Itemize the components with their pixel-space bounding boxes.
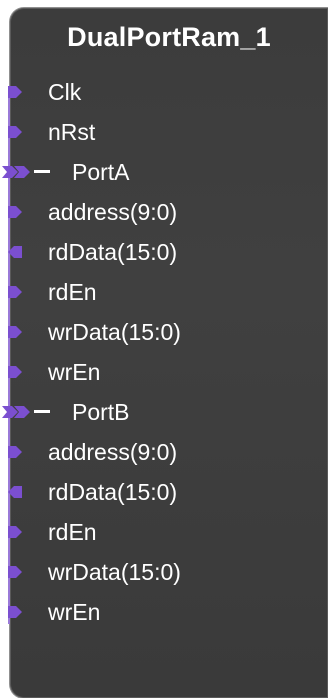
port-label: address(9:0) [48, 439, 178, 465]
port-portb-address[interactable]: address(9:0) [0, 432, 328, 472]
port-portb[interactable]: PortB [0, 392, 328, 432]
port-portb-rddata[interactable]: rdData(15:0) [0, 472, 328, 512]
port-porta[interactable]: PortA [0, 152, 328, 192]
port-nrst[interactable]: nRst [0, 112, 328, 152]
port-portb-rden[interactable]: rdEn [0, 512, 328, 552]
port-label: Clk [48, 79, 82, 105]
port-porta-wrdata[interactable]: wrData(15:0) [0, 312, 328, 352]
bus-port-icon [2, 166, 30, 178]
input-port-icon [8, 566, 22, 578]
port-clk[interactable]: Clk [0, 72, 328, 112]
port-label: nRst [48, 119, 96, 145]
port-porta-address[interactable]: address(9:0) [0, 192, 328, 232]
port-label: wrData(15:0) [48, 319, 181, 345]
input-port-icon [8, 86, 22, 98]
input-port-icon [8, 606, 22, 618]
output-port-icon [8, 486, 22, 498]
port-label: rdData(15:0) [48, 239, 178, 265]
input-port-icon [8, 286, 22, 298]
port-label: rdEn [48, 279, 97, 305]
input-port-icon [8, 206, 22, 218]
port-label: wrEn [48, 599, 101, 625]
block-title: DualPortRam_1 [67, 22, 271, 52]
port-label: PortA [72, 159, 130, 185]
port-portb-wren[interactable]: wrEn [0, 592, 328, 632]
collapse-icon[interactable] [34, 170, 50, 173]
input-port-icon [8, 326, 22, 338]
input-port-icon [8, 526, 22, 538]
collapse-icon[interactable] [34, 410, 50, 413]
bus-port-icon [2, 406, 30, 418]
port-label: PortB [72, 399, 130, 425]
port-portb-wrdata[interactable]: wrData(15:0) [0, 552, 328, 592]
input-port-icon [8, 366, 22, 378]
port-porta-rden[interactable]: rdEn [0, 272, 328, 312]
input-port-icon [8, 126, 22, 138]
port-label: rdEn [48, 519, 97, 545]
port-porta-rddata[interactable]: rdData(15:0) [0, 232, 328, 272]
port-label: address(9:0) [48, 199, 178, 225]
port-label: wrEn [48, 359, 101, 385]
output-port-icon [8, 246, 22, 258]
port-label: wrData(15:0) [48, 559, 181, 585]
port-porta-wren[interactable]: wrEn [0, 352, 328, 392]
input-port-icon [8, 446, 22, 458]
port-label: rdData(15:0) [48, 479, 178, 505]
